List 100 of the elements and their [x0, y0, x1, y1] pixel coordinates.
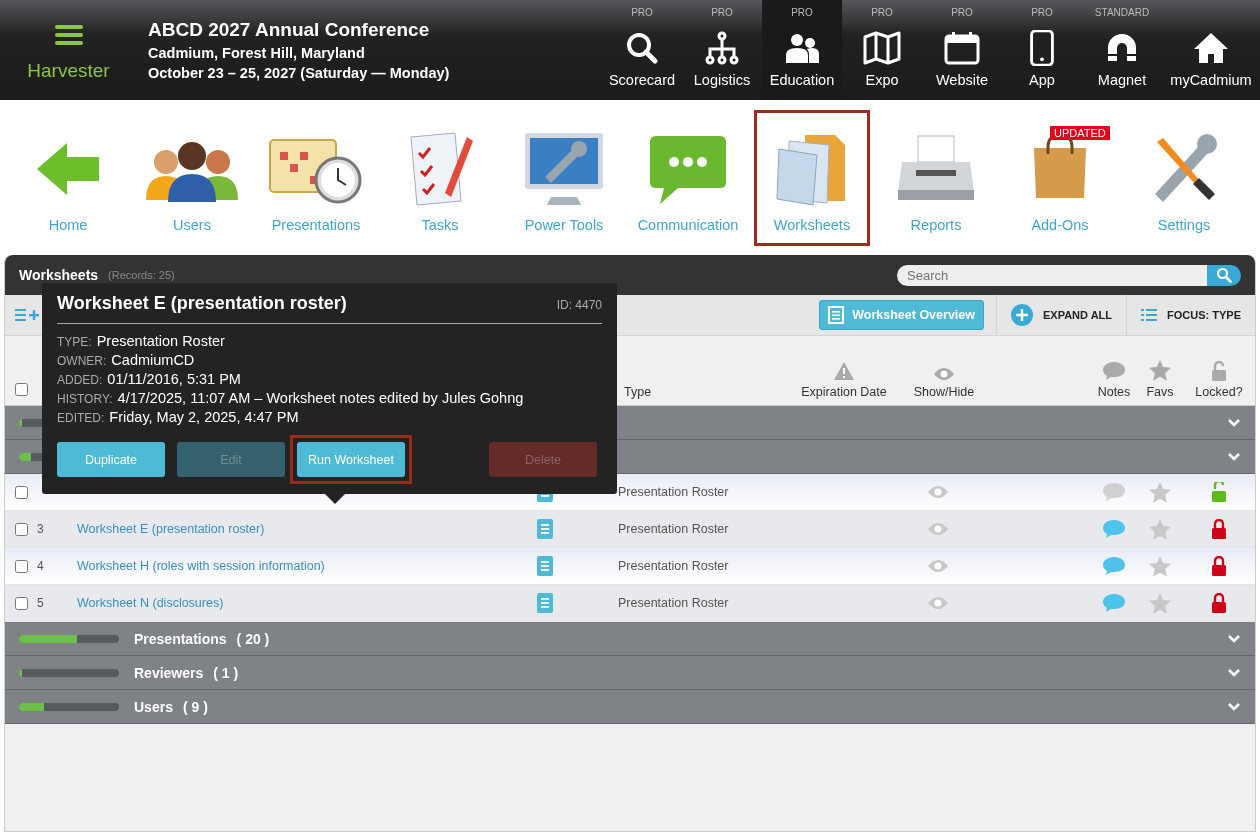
- menu-icon[interactable]: [54, 24, 83, 46]
- nav-item[interactable]: PRO Scorecard: [602, 0, 682, 100]
- field-label: ADDED:: [57, 373, 103, 387]
- padlock-icon[interactable]: [1211, 556, 1227, 576]
- nav-label: Education: [769, 72, 835, 88]
- warning-icon: [833, 361, 855, 381]
- padlock-icon[interactable]: [1211, 519, 1227, 539]
- type-cell: Presentation Roster: [618, 559, 729, 573]
- module-label: Add-Ons: [1031, 216, 1089, 233]
- phone-icon: [1029, 30, 1055, 66]
- column-header: Notes: [1097, 385, 1131, 399]
- module-tile[interactable]: Communication: [626, 109, 750, 246]
- plus-circle-icon: [1011, 304, 1033, 326]
- nav-label: Expo: [865, 72, 899, 88]
- star-icon[interactable]: [1149, 481, 1171, 503]
- row-number: 3: [37, 522, 44, 536]
- module-tile[interactable]: Settings: [1122, 109, 1246, 246]
- tier-label: PRO: [631, 7, 653, 20]
- home-icon: [1193, 30, 1229, 66]
- search-button[interactable]: [1207, 264, 1241, 286]
- module-tile[interactable]: Presentations: [254, 109, 378, 246]
- nav-label: App: [1029, 72, 1055, 88]
- select-all-checkbox[interactable]: [15, 383, 28, 396]
- module-tile[interactable]: UPDATED Add-Ons: [998, 109, 1122, 246]
- add-list-icon[interactable]: [15, 308, 39, 322]
- chevron-icon[interactable]: [1227, 452, 1241, 461]
- module-label: Home: [48, 216, 88, 233]
- module-label: Communication: [637, 216, 739, 233]
- eye-icon: [933, 367, 955, 381]
- group-count: ( 20 ): [236, 630, 270, 647]
- chevron-icon[interactable]: [1227, 634, 1241, 643]
- star-icon[interactable]: [1149, 592, 1171, 614]
- worksheet-link[interactable]: Worksheet N (disclosures): [77, 596, 224, 610]
- row-checkbox[interactable]: [15, 522, 28, 536]
- module-label: Power Tools: [524, 216, 604, 233]
- type-cell: Presentation Roster: [618, 485, 729, 499]
- tooltip-button[interactable]: Duplicate: [57, 442, 165, 477]
- tier-label: PRO: [1031, 7, 1053, 20]
- list-icon: [1141, 308, 1158, 322]
- updated-badge: UPDATED: [1050, 125, 1110, 140]
- module-tile[interactable]: Power Tools: [502, 109, 626, 246]
- group-count: ( 9 ): [182, 698, 208, 715]
- document-icon[interactable]: [537, 593, 553, 613]
- row-checkbox[interactable]: [15, 559, 28, 573]
- module-tile[interactable]: Users: [130, 109, 254, 246]
- nav-item[interactable]: PRO App: [1002, 0, 1082, 100]
- search-field[interactable]: Search: [897, 264, 1207, 286]
- group-row[interactable]: Users ( 9 ): [5, 690, 1255, 724]
- row-number: 4: [37, 559, 44, 573]
- module-tile[interactable]: Tasks: [378, 109, 502, 246]
- field-label: OWNER:: [57, 354, 107, 368]
- nav-label: Logistics: [693, 72, 751, 88]
- nav-item[interactable]: PRO Website: [922, 0, 1002, 100]
- chevron-icon[interactable]: [1227, 418, 1241, 427]
- nav-item[interactable]: myCadmium: [1162, 0, 1260, 100]
- nav-item[interactable]: PRO Expo: [842, 0, 922, 100]
- map-icon: [863, 30, 901, 66]
- tooltip-title: Worksheet E (presentation roster): [57, 293, 347, 314]
- nav-label: Website: [935, 72, 989, 88]
- conference-dates: October 23 – 25, 2027 (Saturday — Monday): [148, 65, 451, 81]
- nav-item[interactable]: PRO Logistics: [682, 0, 762, 100]
- chevron-icon[interactable]: [1227, 702, 1241, 711]
- module-tile[interactable]: Worksheets: [754, 109, 870, 246]
- group-row[interactable]: Reviewers ( 1 ): [5, 656, 1255, 690]
- row-checkbox[interactable]: [15, 596, 28, 610]
- padlock-icon[interactable]: [1211, 593, 1227, 613]
- row-checkbox[interactable]: [15, 485, 28, 499]
- search-icon: [625, 30, 659, 66]
- document-icon[interactable]: [537, 519, 553, 539]
- expand-all-button[interactable]: EXPAND ALL: [996, 295, 1127, 335]
- overview-button[interactable]: Worksheet Overview: [819, 300, 984, 330]
- type-cell: Presentation Roster: [618, 596, 729, 610]
- tooltip-button[interactable]: Run Worksheet: [297, 442, 405, 477]
- star-icon[interactable]: [1149, 555, 1171, 577]
- nav-label: myCadmium: [1170, 72, 1252, 88]
- panel-title: Worksheets: [19, 267, 99, 283]
- nav-item[interactable]: STANDARD Magnet: [1082, 0, 1162, 100]
- document-icon[interactable]: [537, 556, 553, 576]
- padlock-icon[interactable]: [1211, 482, 1227, 502]
- worksheet-link[interactable]: Worksheet E (presentation roster): [77, 522, 265, 536]
- column-header: Type: [624, 385, 652, 399]
- tier-label: STANDARD: [1094, 7, 1150, 20]
- conference-title: ABCD 2027 Annual Conference: [148, 19, 431, 41]
- chevron-icon[interactable]: [1227, 668, 1241, 677]
- worksheet-link[interactable]: Worksheet H (roles with session information): [77, 559, 325, 573]
- field-value: Presentation Roster: [96, 333, 225, 349]
- speech-bubble-icon[interactable]: [1102, 556, 1126, 576]
- field-label: EDITED:: [57, 411, 105, 425]
- padlock-icon: [1211, 361, 1227, 381]
- group-label: Presentations: [134, 630, 227, 647]
- module-tile[interactable]: Home: [6, 109, 130, 246]
- focus-button[interactable]: FOCUS: TYPE: [1126, 295, 1255, 335]
- star-icon[interactable]: [1149, 518, 1171, 540]
- column-header: Locked?: [1195, 385, 1243, 399]
- column-header: Favs: [1146, 385, 1174, 399]
- module-tile[interactable]: Reports: [874, 109, 998, 246]
- nav-label: Magnet: [1097, 72, 1147, 88]
- module-label: Users: [173, 216, 211, 233]
- speech-bubble-icon: [1102, 361, 1126, 381]
- group-row[interactable]: Presentations ( 20 ): [5, 622, 1255, 656]
